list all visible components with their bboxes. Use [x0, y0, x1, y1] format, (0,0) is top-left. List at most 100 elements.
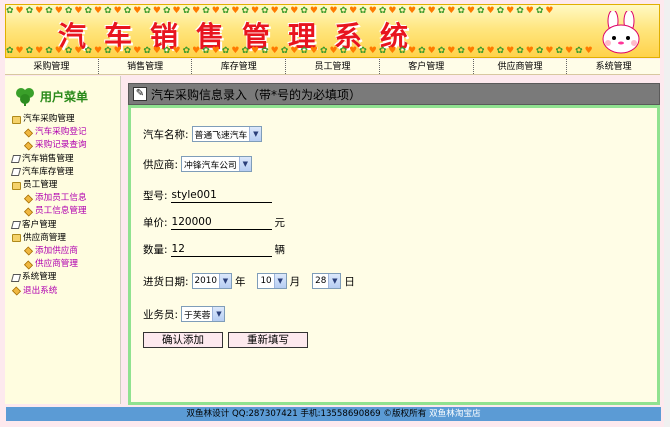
month-unit: 月: [289, 275, 301, 288]
chevron-down-icon: ▼: [249, 127, 262, 141]
staff-value: 于芙蓉: [184, 310, 211, 321]
diamond-icon: [23, 141, 34, 151]
purchase-form: 汽车名称: 普通飞速汽车 ▼ 供应商: 冲锋汽车公司 ▼ 型号: style001 …: [128, 105, 660, 405]
price-label: 单价:: [143, 217, 168, 229]
car-name-row: 汽车名称: 普通飞速汽车 ▼: [143, 126, 263, 142]
supplier-select[interactable]: 冲锋汽车公司 ▼: [181, 156, 252, 172]
chevron-down-icon: ▼: [218, 274, 231, 288]
reset-button[interactable]: 重新填写: [228, 332, 308, 348]
doc-icon: [10, 155, 22, 164]
sidebar-item[interactable]: 汽车销售管理: [10, 153, 122, 166]
scrollbar[interactable]: [664, 0, 670, 427]
panel-title: 汽车采购信息录入（带*号的为必填项）: [151, 87, 362, 102]
diamond-icon: [23, 260, 34, 270]
nav-item-customers[interactable]: 客户管理: [380, 59, 474, 74]
sidebar-item[interactable]: 供应商管理: [12, 258, 122, 271]
sidebar-item-label: 员工信息管理: [35, 206, 87, 217]
staff-label: 业务员:: [143, 308, 179, 321]
staff-select[interactable]: 于芙蓉 ▼: [181, 306, 226, 322]
sidebar-item[interactable]: 添加员工信息: [12, 192, 122, 205]
nav-item-system[interactable]: 系统管理: [567, 59, 660, 74]
sidebar-item[interactable]: 员工管理: [12, 179, 122, 192]
doc-icon: [10, 168, 22, 177]
header-banner: ✿♥✿♥✿♥✿♥✿♥✿♥✿♥✿♥✿♥✿♥✿♥✿♥✿♥✿♥✿♥✿♥✿♥✿♥✿♥✿♥…: [5, 4, 660, 58]
panel-header: ✎ 汽车采购信息录入（带*号的为必填项）: [128, 83, 660, 105]
month-value: 10: [260, 276, 272, 286]
chevron-down-icon: ▼: [273, 274, 286, 288]
chevron-down-icon: ▼: [238, 157, 251, 171]
date-label: 进货日期:: [143, 275, 189, 288]
quantity-unit: 辆: [274, 244, 286, 256]
sidebar-item-label: 采购记录查询: [35, 140, 87, 151]
edit-icon: ✎: [133, 87, 147, 101]
year-unit: 年: [234, 275, 246, 288]
sidebar-item[interactable]: 系统管理: [10, 271, 122, 284]
sidebar-item-label: 汽车库存管理: [22, 166, 74, 177]
nav-item-inventory[interactable]: 库存管理: [192, 59, 287, 74]
supplier-value: 冲锋汽车公司: [184, 160, 237, 171]
day-unit: 日: [344, 275, 355, 288]
sidebar-item-label: 添加员工信息: [35, 193, 87, 204]
banner-decoration: ✿♥✿♥✿♥✿♥✿♥✿♥✿♥✿♥✿♥✿♥✿♥✿♥✿♥✿♥✿♥✿♥✿♥✿♥✿♥✿♥…: [6, 46, 595, 56]
sidebar-item[interactable]: 员工信息管理: [12, 205, 122, 218]
car-name-label: 汽车名称:: [143, 128, 189, 141]
quantity-label: 数量:: [143, 244, 168, 256]
sidebar-header: 用户菜单: [13, 86, 88, 106]
sidebar-item[interactable]: 汽车采购登记: [12, 126, 122, 139]
date-row: 进货日期: 2010 ▼ 年 10 ▼ 月 28 ▼ 日: [143, 273, 355, 289]
sidebar-item-label: 系统管理: [22, 272, 57, 283]
car-name-select[interactable]: 普通飞速汽车 ▼: [191, 126, 263, 142]
sidebar-item-label: 汽车销售管理: [22, 153, 74, 164]
model-input[interactable]: style001: [170, 188, 272, 203]
folder-icon: [12, 234, 21, 243]
sidebar-item-label: 供应商管理: [35, 259, 78, 270]
sidebar-item[interactable]: 客户管理: [10, 219, 122, 232]
price-row: 单价: 120000 元: [143, 215, 285, 230]
nav-item-purchase[interactable]: 采购管理: [5, 59, 99, 74]
price-input[interactable]: 120000: [170, 215, 272, 230]
diamond-icon: [23, 246, 34, 256]
clover-icon: [16, 88, 34, 106]
sidebar-item[interactable]: 添加供应商: [12, 245, 122, 258]
confirm-add-button[interactable]: 确认添加: [143, 332, 223, 348]
footer: 双鱼林设计 QQ:287307421 手机:13558690869 ©版权所有 …: [6, 407, 661, 421]
supplier-row: 供应商: 冲锋汽车公司 ▼: [143, 156, 252, 172]
folder-icon: [12, 181, 21, 190]
diamond-icon: [11, 286, 22, 296]
footer-text: 双鱼林设计 QQ:287307421 手机:13558690869 ©版权所有: [186, 409, 427, 419]
car-name-value: 普通飞速汽车: [194, 130, 248, 141]
sidebar-title: 用户菜单: [40, 89, 89, 104]
main-content: ✎ 汽车采购信息录入（带*号的为必填项） 汽车名称: 普通飞速汽车 ▼ 供应商: …: [125, 78, 660, 406]
chevron-down-icon: ▼: [328, 274, 341, 288]
sidebar-item-label: 添加供应商: [35, 245, 78, 256]
sidebar-item[interactable]: 汽车库存管理: [10, 166, 122, 179]
model-row: 型号: style001: [143, 188, 272, 203]
chevron-down-icon: ▼: [212, 307, 225, 321]
sidebar-item-label: 退出系统: [23, 285, 58, 296]
diamond-icon: [23, 194, 34, 204]
quantity-input[interactable]: 12: [170, 242, 272, 257]
doc-icon: [10, 273, 22, 282]
folder-icon: [12, 115, 21, 124]
month-select[interactable]: 10 ▼: [257, 273, 287, 289]
sidebar-item-label: 汽车采购管理: [23, 114, 75, 125]
sidebar-item[interactable]: 采购记录查询: [12, 139, 122, 152]
sidebar-item[interactable]: 供应商管理: [12, 232, 122, 245]
supplier-label: 供应商:: [143, 158, 179, 171]
quantity-row: 数量: 12 辆: [143, 242, 285, 257]
staff-row: 业务员: 于芙蓉 ▼: [143, 306, 226, 322]
diamond-icon: [23, 128, 34, 138]
nav-item-staff[interactable]: 员工管理: [286, 59, 380, 74]
top-nav: 采购管理 销售管理 库存管理 员工管理 客户管理 供应商管理 系统管理: [5, 59, 660, 75]
diamond-icon: [23, 207, 34, 217]
nav-item-sales[interactable]: 销售管理: [99, 59, 193, 74]
sidebar-item-label: 客户管理: [22, 219, 57, 230]
day-select[interactable]: 28 ▼: [312, 273, 342, 289]
model-label: 型号:: [143, 190, 168, 202]
nav-item-suppliers[interactable]: 供应商管理: [474, 59, 568, 74]
sidebar-item[interactable]: 汽车采购管理: [12, 113, 122, 126]
year-select[interactable]: 2010 ▼: [191, 273, 232, 289]
footer-shop-link[interactable]: 双鱼林淘宝店: [429, 409, 481, 419]
menu-tree: 汽车采购管理 汽车采购登记 采购记录查询汽车销售管理 汽车库存管理员工管理 添加员工信息…: [10, 113, 122, 298]
sidebar-item[interactable]: 退出系统: [11, 284, 122, 297]
